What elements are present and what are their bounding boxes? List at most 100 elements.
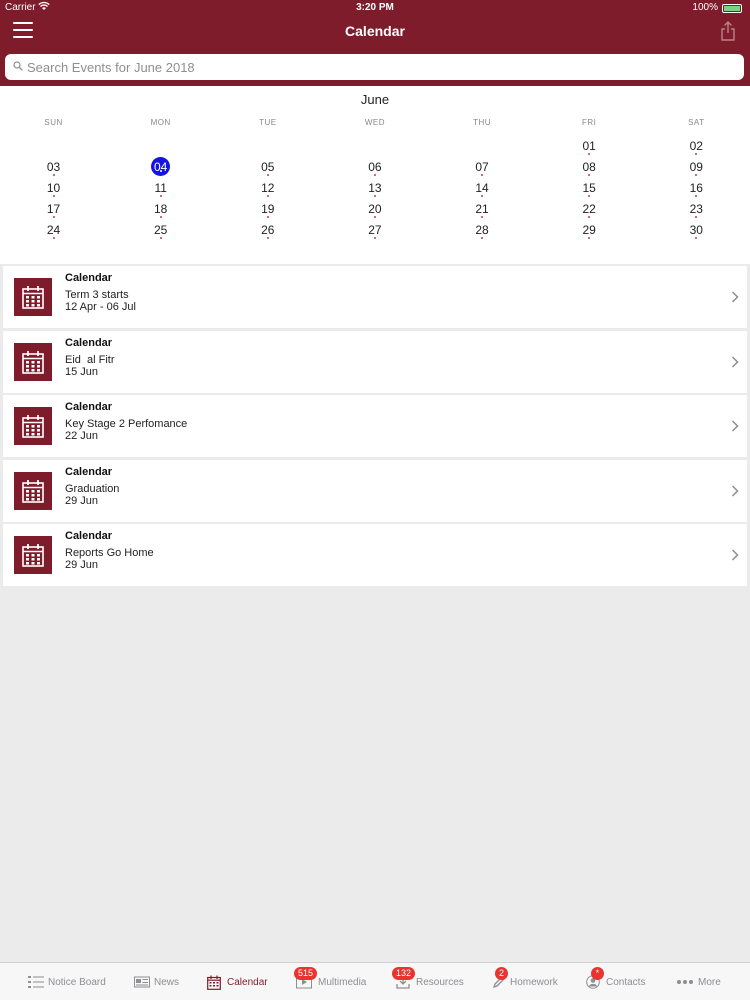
tab-more[interactable]: More	[676, 963, 750, 1000]
calendar-day[interactable]: 08	[536, 158, 643, 179]
event-row[interactable]: Calendar Term 3 starts 12 Apr - 06 Jul	[3, 266, 747, 328]
calendar-day[interactable]: 15	[536, 179, 643, 200]
share-icon[interactable]	[720, 21, 736, 41]
calendar-day[interactable]: 22	[536, 200, 643, 221]
tab-label: Notice Board	[48, 977, 106, 988]
day-number: 18	[151, 202, 171, 222]
calendar-day[interactable]: 23	[643, 200, 750, 221]
tab-contacts[interactable]: Contacts *	[586, 963, 676, 1000]
weekday-label: TUE	[259, 118, 277, 127]
day-number: 24	[44, 223, 64, 243]
calendar-week-row: 03 04 05 06 07 08 09	[0, 157, 750, 179]
calendar-day[interactable]: 20	[321, 200, 428, 221]
calendar-day[interactable]: 13	[321, 179, 428, 200]
calendar-day[interactable]: 03	[0, 158, 107, 179]
notification-badge: *	[591, 967, 604, 980]
calendar-day[interactable]: 26	[214, 221, 321, 242]
event-category: Calendar	[65, 401, 113, 413]
event-category: Calendar	[65, 530, 113, 542]
calendar-icon	[14, 342, 52, 381]
tab-label: Calendar	[227, 977, 268, 988]
calendar-day[interactable]: 24	[0, 221, 107, 242]
tab-notice-board[interactable]: Notice Board	[28, 963, 118, 1000]
calendar-day[interactable]: 17	[0, 200, 107, 221]
calendar-day[interactable]: 12	[214, 179, 321, 200]
calendar-empty-cell	[0, 137, 107, 158]
month-calendar: June SUN MON TUE WED THU FRI SAT 01 02 03 0…	[0, 86, 750, 264]
more-icon	[676, 975, 693, 989]
calendar-day[interactable]: 09	[643, 158, 750, 179]
day-number: 12	[258, 181, 278, 201]
calendar-grid: 01 02 03 04 05 06 07 08 09 10 11 12 13 14 15 16 17 18 19 20…	[0, 137, 750, 242]
day-number: 13	[365, 181, 385, 201]
event-date: 29 Jun	[65, 494, 99, 507]
chevron-right-icon	[731, 484, 739, 497]
event-row[interactable]: Calendar Reports Go Home 29 Jun	[3, 524, 747, 586]
tab-multimedia[interactable]: Multimedia 515	[294, 963, 386, 1000]
tab-resources[interactable]: Resources 132	[392, 963, 486, 1000]
search-input[interactable]	[27, 57, 727, 77]
day-number: 27	[365, 223, 385, 243]
event-date: 15 Jun	[65, 365, 99, 378]
event-title: Graduation	[65, 482, 120, 495]
event-title: Eid al Fitr	[65, 353, 115, 366]
calendar-day[interactable]: 25	[107, 221, 214, 242]
chevron-right-icon	[731, 291, 739, 303]
calendar-empty-cell	[321, 137, 428, 158]
calendar-empty-cell	[214, 137, 321, 158]
calendar-day[interactable]: 21	[429, 200, 536, 221]
chevron-right-icon	[731, 420, 739, 432]
calendar-day-selected[interactable]: 04	[107, 157, 214, 179]
calendar-day[interactable]: 14	[429, 179, 536, 200]
calendar-day[interactable]: 29	[536, 221, 643, 242]
weekday-label: MON	[150, 118, 171, 127]
event-row[interactable]: Calendar Graduation 29 Jun	[3, 459, 747, 522]
day-number: 04	[151, 157, 171, 176]
day-number: 20	[365, 202, 385, 222]
day-number	[44, 137, 64, 157]
weekday-label: SUN	[44, 118, 63, 127]
calendar-day[interactable]: 05	[214, 158, 321, 179]
page-title: Calendar	[345, 23, 405, 39]
calendar-day[interactable]: 18	[107, 200, 214, 221]
day-number: 30	[686, 223, 706, 243]
calendar-week-row: 17 18 19 20 21 22 23	[0, 200, 750, 221]
calendar-day[interactable]: 06	[321, 158, 428, 179]
day-number	[151, 137, 171, 157]
weekday-label: WED	[364, 118, 386, 127]
calendar-day[interactable]: 19	[214, 200, 321, 221]
day-number: 19	[258, 202, 278, 222]
calendar-day[interactable]: 07	[429, 158, 536, 179]
event-title: Term 3 starts	[65, 289, 129, 301]
calendar-icon	[14, 407, 52, 445]
day-number	[365, 137, 385, 157]
calendar-day[interactable]: 28	[429, 221, 536, 242]
calendar-day[interactable]: 30	[643, 221, 750, 242]
day-number: 23	[686, 202, 706, 222]
day-number: 26	[258, 223, 278, 243]
weekday-label: THU	[473, 118, 492, 127]
calendar-day[interactable]: 16	[643, 179, 750, 200]
search-field[interactable]	[5, 54, 744, 80]
calendar-day[interactable]: 02	[643, 137, 750, 158]
day-number: 22	[579, 202, 599, 222]
navigation-bar: Calendar	[0, 16, 750, 50]
calendar-day[interactable]: 10	[0, 179, 107, 200]
month-title: June	[360, 92, 390, 107]
day-number: 29	[579, 223, 599, 243]
day-number: 28	[472, 223, 492, 243]
calendar-day[interactable]: 11	[107, 179, 214, 200]
event-row[interactable]: Calendar Key Stage 2 Perfomance 22 Jun	[3, 395, 747, 457]
tab-homework[interactable]: Homework 2	[492, 963, 582, 1000]
event-row[interactable]: Calendar Eid al Fitr 15 Jun	[3, 330, 747, 393]
calendar-day[interactable]: 01	[536, 137, 643, 158]
tab-label: News	[154, 977, 180, 988]
battery-percent: 100%	[692, 2, 718, 13]
event-title: Key Stage 2 Perfomance	[65, 418, 188, 430]
weekday-label: SAT	[688, 118, 705, 127]
calendar-day[interactable]: 27	[321, 221, 428, 242]
calendar-icon	[207, 975, 223, 990]
day-number: 25	[151, 223, 171, 243]
tab-calendar[interactable]: Calendar	[207, 963, 297, 1000]
day-number: 17	[44, 202, 64, 222]
